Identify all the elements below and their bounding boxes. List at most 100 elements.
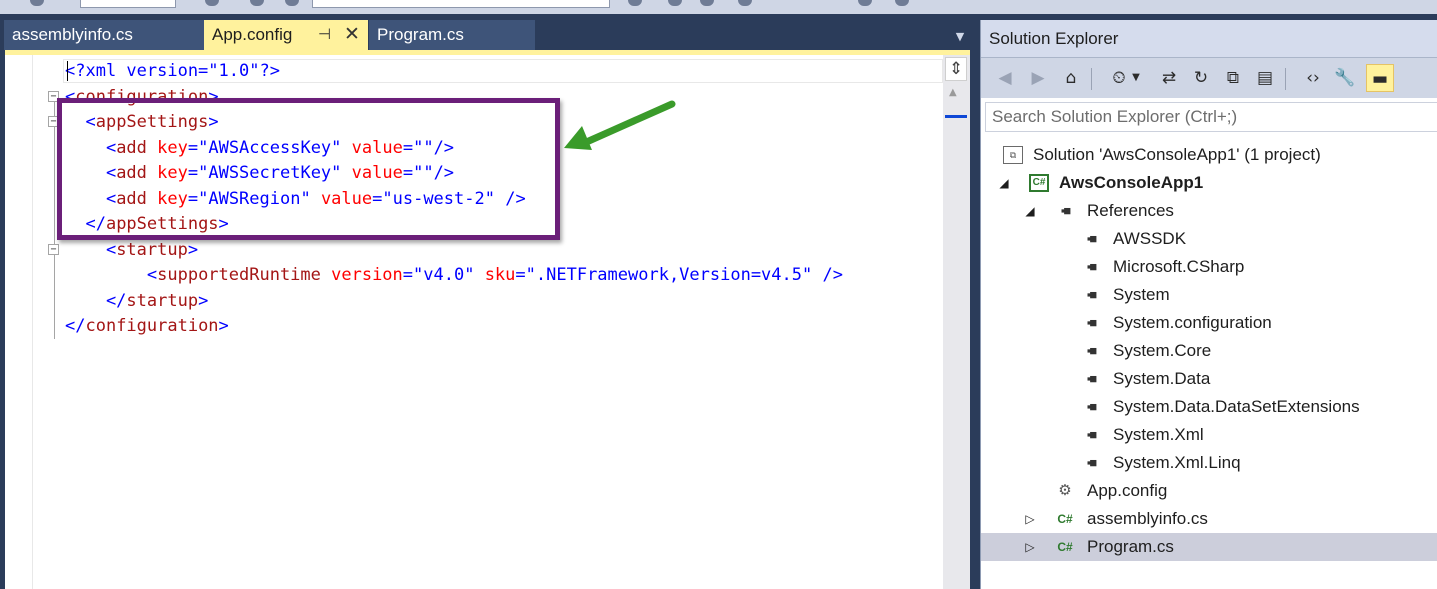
tree-item-label: System.configuration [1113,313,1272,332]
references-icon: ▪■ [1060,203,1071,218]
reference-icon: ▪■ [1086,231,1097,246]
tree-item-reference[interactable]: ▪■ System.Xml [981,421,1437,449]
fold-toggle-icon[interactable]: − [48,244,59,255]
tree-item-label: System.Xml [1113,425,1204,444]
toolbar-icon[interactable] [895,0,909,6]
view-code-icon[interactable]: ‹› [1299,64,1327,92]
reference-icon: ▪■ [1086,455,1097,470]
code-token: "v4.0" [413,265,475,285]
code-line[interactable]: <?xml version="1.0"?> [65,59,280,84]
scroll-position-marker [945,115,967,118]
tree-item-label: Solution 'AwsConsoleApp1' (1 project) [1033,145,1321,164]
tree-item-solution[interactable]: ⧉ Solution 'AwsConsoleApp1' (1 project) [981,141,1437,169]
code-token: <?xml version="1.0"?> [65,61,280,81]
tree-item-label: AWSSDK [1113,229,1187,248]
tree-item-reference[interactable]: ▪■ System [981,281,1437,309]
code-token: > [187,239,199,260]
collapse-all-icon[interactable]: ⧉ [1219,64,1247,92]
arrow-shaft [578,100,676,148]
refresh-icon[interactable]: ↻ [1187,64,1215,92]
dropdown-icon[interactable]: ▼ [1129,64,1143,92]
toolbar-icon[interactable] [858,0,872,6]
reference-icon: ▪■ [1086,427,1097,442]
csharp-file-icon: C# [1057,540,1073,554]
annotation-arrow-icon [564,100,676,150]
forward-icon[interactable]: ▶ [1024,64,1052,92]
tree-item-reference[interactable]: ▪■ System.Data.DataSetExtensions [981,393,1437,421]
tab-app-config[interactable]: App.config ⊣ ✕ [204,20,368,50]
expand-arrow-icon[interactable]: ▷ [1023,505,1037,533]
code-token: startup [126,290,199,311]
toolbar-icon[interactable] [30,0,44,6]
code-token: > [198,290,209,311]
scroll-up-icon[interactable]: ▲ [949,87,957,98]
collapse-arrow-icon[interactable]: ◢ [1023,197,1037,225]
tab-program-cs[interactable]: Program.cs [369,20,535,50]
annotation-highlight-box [57,98,560,240]
tab-overflow-icon[interactable]: ▼ [952,30,968,44]
panel-title[interactable]: Solution Explorer [981,20,1437,58]
tree-item-project[interactable]: ◢ C# AwsConsoleApp1 [981,169,1437,197]
preview-icon[interactable]: ▬ [1366,64,1394,92]
collapse-arrow-icon[interactable]: ◢ [997,169,1011,197]
properties-icon[interactable]: 🔧 [1331,64,1359,92]
code-line[interactable]: </startup> [65,289,208,314]
back-icon[interactable]: ◀ [991,64,1019,92]
code-token: = [515,265,526,285]
tree-item-reference[interactable]: ▪■ AWSSDK [981,225,1437,253]
outline-line [54,99,55,339]
config-file-icon: ⚙ [1058,482,1072,499]
toolbar-icon[interactable] [668,0,682,6]
toolbar-icon[interactable] [738,0,752,6]
tree-item-reference[interactable]: ▪■ Microsoft.CSharp [981,253,1437,281]
tree-item-label: System.Data [1113,369,1211,388]
vertical-scrollbar[interactable]: ⇕ ▲ [943,55,970,589]
code-token: </ [65,316,86,336]
tree-item-reference[interactable]: ▪■ System.Data [981,365,1437,393]
code-line[interactable]: </configuration> [65,314,229,339]
tree-item-label: System.Data.DataSetExtensions [1113,397,1360,416]
tree-item-label: References [1087,201,1174,220]
code-token: startup [116,239,188,260]
code-token: < [65,265,158,285]
show-all-files-icon[interactable]: ▤ [1251,64,1279,92]
code-token: sku [474,265,516,285]
reference-icon: ▪■ [1086,371,1097,386]
tab-label: App.config [212,25,293,44]
home-icon[interactable]: ⌂ [1057,64,1085,92]
toolbar-combo[interactable] [312,0,610,8]
tree-item-app-config[interactable]: ⚙ App.config [981,477,1437,505]
toolbar-icon[interactable] [250,0,264,6]
code-token: < [65,239,117,260]
toolbar-icon[interactable] [628,0,642,6]
solution-configuration-combo[interactable] [80,0,176,8]
reference-icon: ▪■ [1086,343,1097,358]
search-solution-explorer-input[interactable]: Search Solution Explorer (Ctrl+;) [985,102,1437,132]
code-line[interactable]: <startup> [65,238,198,263]
solution-icon: ⧉ [1003,146,1023,164]
expand-arrow-icon[interactable]: ▷ [1023,533,1037,561]
tree-item-reference[interactable]: ▪■ System.Core [981,337,1437,365]
toolbar-icon[interactable] [700,0,714,6]
code-line[interactable]: <supportedRuntime version="v4.0" sku=".N… [65,263,843,288]
toolbar-icon[interactable] [205,0,219,6]
tree-item-label: assemblyinfo.cs [1087,509,1208,528]
solution-explorer-toolbar: ◀ ▶ ⌂ ⏲ ▼ ⇄ ↻ ⧉ ▤ ‹› 🔧 ▬ [981,58,1437,98]
tree-item-reference[interactable]: ▪■ System.Xml.Linq [981,449,1437,477]
toolbar-icon[interactable] [285,0,299,6]
split-window-icon[interactable]: ⇕ [945,57,967,81]
tree-item-assemblyinfo-cs[interactable]: ▷ C# assemblyinfo.cs [981,505,1437,533]
tree-item-label: Microsoft.CSharp [1113,257,1245,276]
code-token: configuration [85,316,219,336]
tab-assemblyinfo-cs[interactable]: assemblyinfo.cs [4,20,204,50]
sync-icon[interactable]: ⇄ [1155,64,1183,92]
toolbar-separator [1285,68,1286,90]
reference-icon: ▪■ [1086,259,1097,274]
tree-item-reference[interactable]: ▪■ System.configuration [981,309,1437,337]
pin-tab-icon[interactable]: ⊣ [318,20,331,50]
tree-item-references[interactable]: ◢ ▪■ References [981,197,1437,225]
code-token: /> [812,265,843,285]
tree-item-program-cs[interactable]: ▷ C# Program.cs [981,533,1437,561]
main-toolbar [0,0,1437,14]
close-tab-icon[interactable]: ✕ [344,20,360,50]
